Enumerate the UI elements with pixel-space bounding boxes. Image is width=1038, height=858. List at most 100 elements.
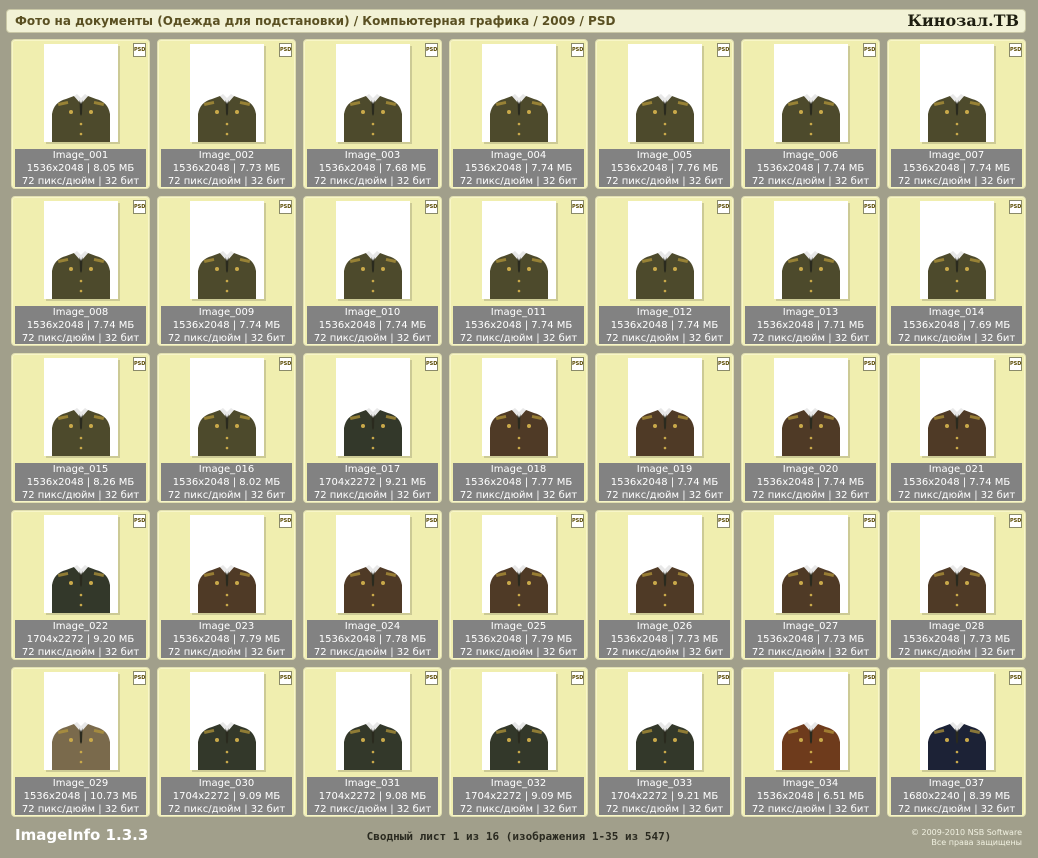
image-dimensions: 1536x2048 | 7.79 МБ [172, 634, 281, 645]
thumbnail-image[interactable] [336, 201, 410, 299]
thumbnail-image[interactable] [190, 358, 264, 456]
image-name: Image_010 [344, 307, 401, 318]
thumbnail-image[interactable] [336, 515, 410, 613]
thumbnail-image[interactable] [190, 201, 264, 299]
image-resolution: 72 пикс/дюйм | 32 бит [605, 333, 724, 344]
image-name: Image_005 [636, 150, 693, 161]
thumbnail-image[interactable] [44, 672, 118, 770]
image-name: Image_014 [928, 307, 985, 318]
thumbnail-cell[interactable]: PSD Image_037 1680x2240 | 8.39 МБ 72 пикс/д… [887, 667, 1026, 817]
thumbnail-image[interactable] [920, 358, 994, 456]
thumbnail-cell[interactable]: PSD Image_030 1704x2272 | 9.09 МБ 72 пикс/д… [157, 667, 296, 817]
uniform-image [928, 94, 986, 142]
thumbnail-cell[interactable]: PSD Image_018 1536x2048 | 7.77 МБ 72 пикс/д… [449, 353, 588, 503]
thumbnail-cell[interactable]: PSD Image_025 1536x2048 | 7.79 МБ 72 пикс/д… [449, 510, 588, 660]
uniform-image [344, 408, 402, 456]
thumbnail-image[interactable] [190, 515, 264, 613]
thumbnail-image[interactable] [920, 515, 994, 613]
thumbnail-image[interactable] [482, 44, 556, 142]
thumbnail-cell[interactable]: PSD Image_027 1536x2048 | 7.73 МБ 72 пикс/д… [741, 510, 880, 660]
thumbnail-image[interactable] [628, 358, 702, 456]
thumbnail-cell[interactable]: PSD Image_019 1536x2048 | 7.74 МБ 72 пикс/д… [595, 353, 734, 503]
uniform-image [344, 94, 402, 142]
thumbnail-image[interactable] [628, 44, 702, 142]
thumbnail-image[interactable] [482, 515, 556, 613]
psd-file-icon: PSD [863, 357, 876, 371]
psd-file-icon: PSD [863, 200, 876, 214]
psd-file-icon: PSD [571, 200, 584, 214]
thumbnail-cell[interactable]: PSD Image_010 1536x2048 | 7.74 МБ 72 пикс/д… [303, 196, 442, 346]
thumbnail-image[interactable] [920, 44, 994, 142]
image-info: Image_032 1704x2272 | 9.09 МБ 72 пикс/дюйм… [453, 777, 584, 815]
thumbnail-cell[interactable]: PSD Image_033 1704x2272 | 9.21 МБ 72 пикс/д… [595, 667, 734, 817]
thumbnail-image[interactable] [44, 515, 118, 613]
thumbnail-cell[interactable]: PSD Image_032 1704x2272 | 9.09 МБ 72 пикс/д… [449, 667, 588, 817]
thumbnail-cell[interactable]: PSD Image_006 1536x2048 | 7.74 МБ 72 пикс/д… [741, 39, 880, 189]
image-info: Image_008 1536x2048 | 7.74 МБ 72 пикс/дюйм… [15, 306, 146, 344]
thumbnail-image[interactable] [920, 201, 994, 299]
image-resolution: 72 пикс/дюйм | 32 бит [751, 490, 870, 501]
thumbnail-cell[interactable]: PSD Image_029 1536x2048 | 10.73 МБ 72 пикс/… [11, 667, 150, 817]
uniform-image [490, 408, 548, 456]
thumbnail-cell[interactable]: PSD Image_028 1536x2048 | 7.73 МБ 72 пикс/д… [887, 510, 1026, 660]
thumbnail-cell[interactable]: PSD Image_003 1536x2048 | 7.68 МБ 72 пикс/д… [303, 39, 442, 189]
thumbnail-image[interactable] [44, 201, 118, 299]
image-name: Image_025 [490, 621, 547, 632]
thumbnail-cell[interactable]: PSD Image_017 1704x2272 | 9.21 МБ 72 пикс/д… [303, 353, 442, 503]
thumbnail-cell[interactable]: PSD Image_015 1536x2048 | 8.26 МБ 72 пикс/д… [11, 353, 150, 503]
thumbnail-cell[interactable]: PSD Image_008 1536x2048 | 7.74 МБ 72 пикс/д… [11, 196, 150, 346]
thumbnail-image[interactable] [774, 515, 848, 613]
thumbnail-image[interactable] [774, 358, 848, 456]
psd-file-icon: PSD [279, 671, 292, 685]
copyright-block: © 2009-2010 NSB Software Все права защищ… [911, 828, 1022, 848]
thumbnail-cell[interactable]: PSD Image_005 1536x2048 | 7.76 МБ 72 пикс/д… [595, 39, 734, 189]
thumbnail-image[interactable] [774, 44, 848, 142]
thumbnail-cell[interactable]: PSD Image_014 1536x2048 | 7.69 МБ 72 пикс/д… [887, 196, 1026, 346]
image-dimensions: 1704x2272 | 9.20 МБ [26, 634, 135, 645]
uniform-image [636, 565, 694, 613]
thumbnail-cell[interactable]: PSD Image_016 1536x2048 | 8.02 МБ 72 пикс/д… [157, 353, 296, 503]
thumbnail-image[interactable] [482, 672, 556, 770]
thumbnail-image[interactable] [920, 672, 994, 770]
thumbnail-cell[interactable]: PSD Image_012 1536x2048 | 7.74 МБ 72 пикс/д… [595, 196, 734, 346]
thumbnail-cell[interactable]: PSD Image_034 1536x2048 | 6.51 МБ 72 пикс/д… [741, 667, 880, 817]
image-info: Image_014 1536x2048 | 7.69 МБ 72 пикс/дюйм… [891, 306, 1022, 344]
thumbnail-cell[interactable]: PSD Image_022 1704x2272 | 9.20 МБ 72 пикс/д… [11, 510, 150, 660]
thumbnail-image[interactable] [190, 672, 264, 770]
image-name: Image_017 [344, 464, 401, 475]
thumbnail-cell[interactable]: PSD Image_023 1536x2048 | 7.79 МБ 72 пикс/д… [157, 510, 296, 660]
image-dimensions: 1536x2048 | 6.51 МБ [756, 791, 865, 802]
thumbnail-image[interactable] [336, 44, 410, 142]
thumbnail-cell[interactable]: PSD Image_020 1536x2048 | 7.74 МБ 72 пикс/д… [741, 353, 880, 503]
thumbnail-cell[interactable]: PSD Image_011 1536x2048 | 7.74 МБ 72 пикс/д… [449, 196, 588, 346]
thumbnail-cell[interactable]: PSD Image_002 1536x2048 | 7.73 МБ 72 пикс/д… [157, 39, 296, 189]
psd-file-icon: PSD [571, 671, 584, 685]
thumbnail-image[interactable] [44, 44, 118, 142]
image-name: Image_016 [198, 464, 255, 475]
image-dimensions: 1704x2272 | 9.21 МБ [318, 477, 427, 488]
thumbnail-image[interactable] [190, 44, 264, 142]
thumbnail-cell[interactable]: PSD Image_013 1536x2048 | 7.71 МБ 72 пикс/д… [741, 196, 880, 346]
thumbnail-image[interactable] [44, 358, 118, 456]
thumbnail-cell[interactable]: PSD Image_024 1536x2048 | 7.78 МБ 72 пикс/д… [303, 510, 442, 660]
thumbnail-image[interactable] [336, 672, 410, 770]
copyright-text: © 2009-2010 NSB Software [910, 828, 1022, 837]
thumbnail-image[interactable] [628, 672, 702, 770]
uniform-image [928, 251, 986, 299]
thumbnail-image[interactable] [774, 672, 848, 770]
thumbnail-cell[interactable]: PSD Image_021 1536x2048 | 7.74 МБ 72 пикс/д… [887, 353, 1026, 503]
image-name: Image_003 [344, 150, 401, 161]
thumbnail-image[interactable] [482, 358, 556, 456]
thumbnail-image[interactable] [628, 201, 702, 299]
thumbnail-cell[interactable]: PSD Image_026 1536x2048 | 7.73 МБ 72 пикс/д… [595, 510, 734, 660]
thumbnail-cell[interactable]: PSD Image_009 1536x2048 | 7.74 МБ 72 пикс/д… [157, 196, 296, 346]
thumbnail-cell[interactable]: PSD Image_001 1536x2048 | 8.05 МБ 72 пикс/д… [11, 39, 150, 189]
thumbnail-cell[interactable]: PSD Image_007 1536x2048 | 7.74 МБ 72 пикс/д… [887, 39, 1026, 189]
uniform-image [344, 565, 402, 613]
thumbnail-image[interactable] [482, 201, 556, 299]
thumbnail-cell[interactable]: PSD Image_004 1536x2048 | 7.74 МБ 72 пикс/д… [449, 39, 588, 189]
thumbnail-cell[interactable]: PSD Image_031 1704x2272 | 9.08 МБ 72 пикс/д… [303, 667, 442, 817]
thumbnail-image[interactable] [628, 515, 702, 613]
thumbnail-image[interactable] [336, 358, 410, 456]
thumbnail-image[interactable] [774, 201, 848, 299]
